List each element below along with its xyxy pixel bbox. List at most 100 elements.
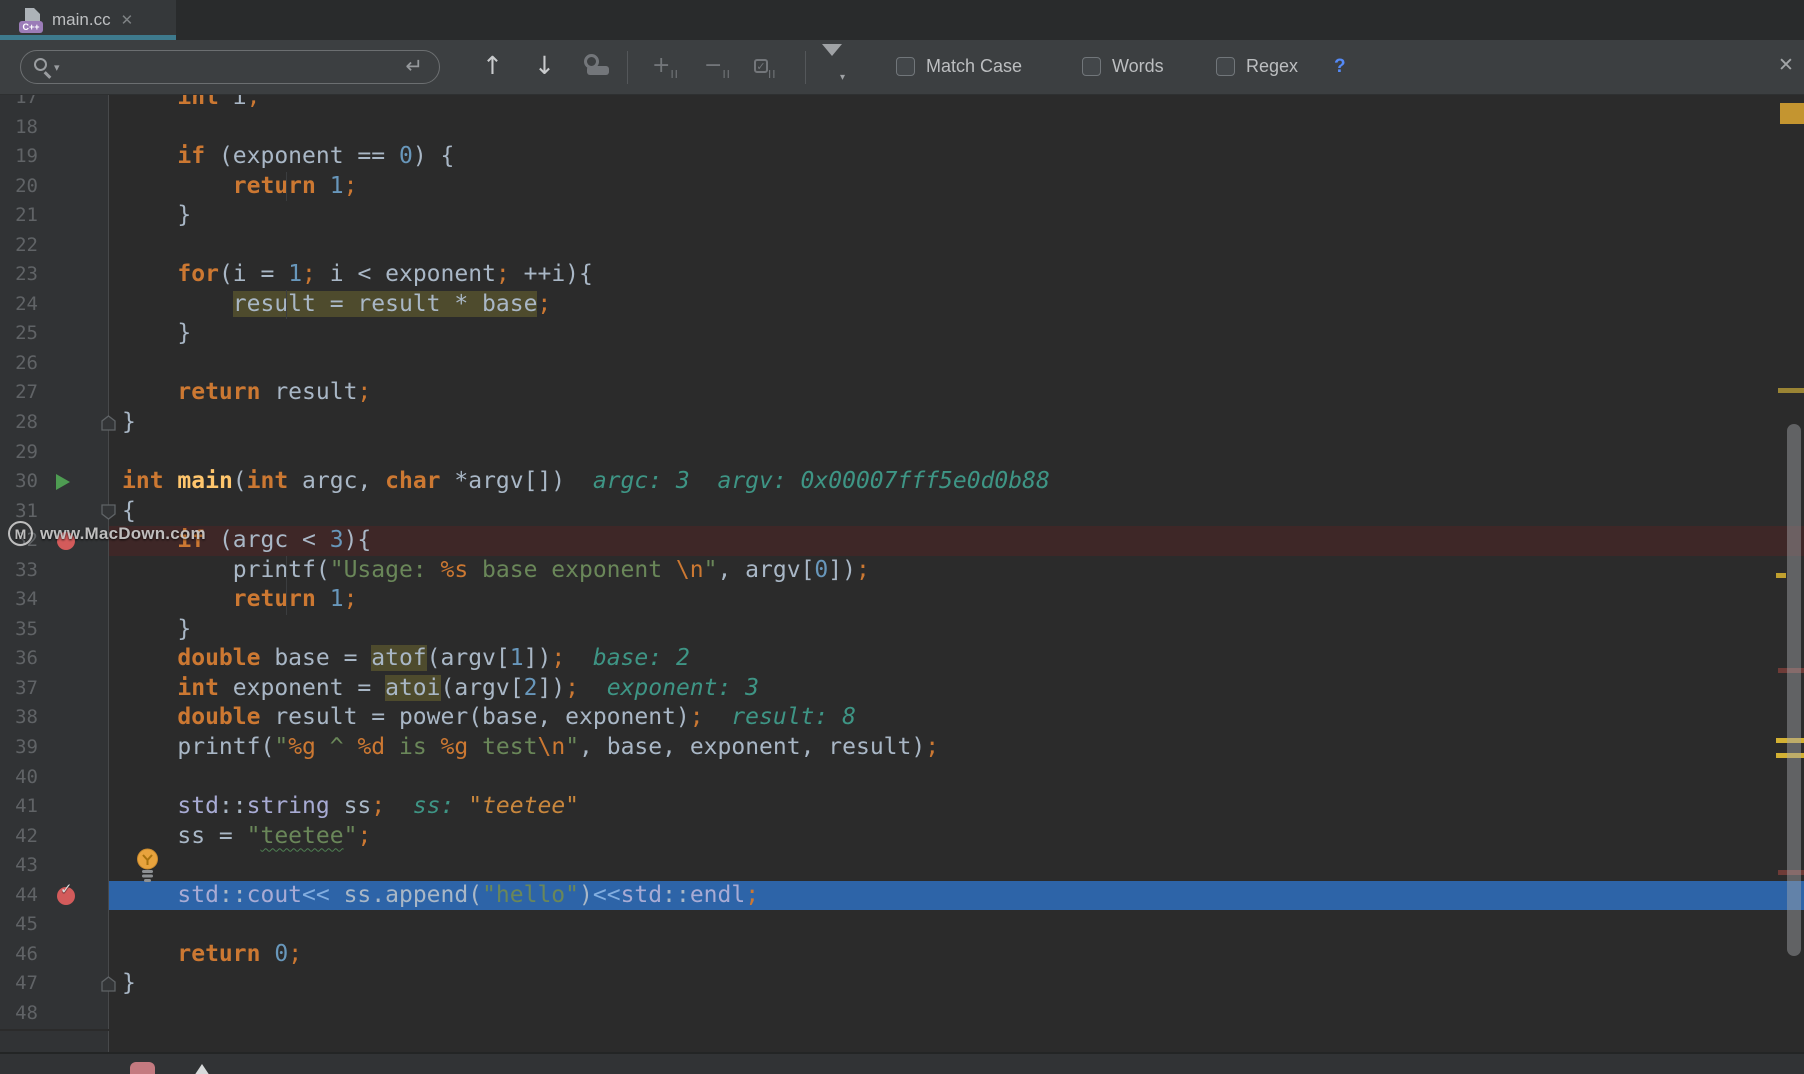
code-text[interactable]: return result; [109, 378, 1804, 408]
gutter[interactable]: 27 [0, 378, 109, 408]
gutter[interactable]: 24 [0, 290, 109, 320]
gutter[interactable]: 20 [0, 172, 109, 202]
code-line-32[interactable]: 32 if (argc < 3){ [0, 526, 1804, 556]
gutter[interactable]: 19 [0, 142, 109, 172]
code-line-20[interactable]: 20 return 1; [0, 172, 1804, 202]
code-line-33[interactable]: 33 printf("Usage: %s base exponent \n", … [0, 556, 1804, 586]
gutter[interactable]: 28 [0, 408, 109, 438]
breakpoint-checked-icon[interactable] [57, 887, 75, 905]
code-editor[interactable]: 17 int i;1819 if (exponent == 0) {20 ret… [0, 83, 1804, 1029]
gutter[interactable]: 46 [0, 940, 109, 970]
panel-arrow-icon[interactable] [194, 1064, 210, 1074]
select-all-occurrences-button[interactable]: ✓II [754, 53, 777, 81]
code-text[interactable]: std::cout<< ss.append("hello")<<std::end… [109, 881, 1804, 911]
code-line-36[interactable]: 36 double base = atof(argv[1]); base: 2 [0, 644, 1804, 674]
match-case-checkbox[interactable] [896, 57, 915, 76]
code-line-46[interactable]: 46 return 0; [0, 940, 1804, 970]
search-field[interactable]: ▾ ↵ [20, 50, 440, 84]
debugger-panel-icon[interactable] [130, 1062, 155, 1074]
code-line-48[interactable]: 48 [0, 999, 1804, 1029]
tab-main-cc[interactable]: C++ main.cc ✕ [0, 0, 176, 40]
code-line-24[interactable]: 24 result = result * base; [0, 290, 1804, 320]
gutter[interactable]: 36 [0, 644, 109, 674]
code-text[interactable]: printf("%g ^ %d is %g test\n", base, exp… [109, 733, 1804, 763]
code-text[interactable] [109, 851, 1804, 881]
code-line-47[interactable]: 47} [0, 969, 1804, 999]
code-text[interactable]: for(i = 1; i < exponent; ++i){ [109, 260, 1804, 290]
code-line-31[interactable]: 31{ [0, 497, 1804, 527]
search-input[interactable] [71, 53, 401, 81]
code-text[interactable] [109, 763, 1804, 793]
gutter[interactable]: 40 [0, 763, 109, 793]
gutter[interactable]: 34 [0, 585, 109, 615]
gutter[interactable]: 21 [0, 201, 109, 231]
code-text[interactable]: } [109, 615, 1804, 645]
gutter[interactable]: 42 [0, 822, 109, 852]
gutter[interactable]: 33 [0, 556, 109, 586]
code-text[interactable]: { [109, 497, 1804, 527]
code-text[interactable]: } [109, 201, 1804, 231]
code-text[interactable] [109, 231, 1804, 261]
code-line-27[interactable]: 27 return result; [0, 378, 1804, 408]
code-text[interactable] [109, 999, 1804, 1029]
regex-checkbox[interactable] [1216, 57, 1235, 76]
regex-help-link[interactable]: ? [1334, 56, 1346, 78]
code-line-44[interactable]: 44 std::cout<< ss.append("hello")<<std::… [0, 881, 1804, 911]
code-line-38[interactable]: 38 double result = power(base, exponent)… [0, 703, 1804, 733]
code-text[interactable]: if (argc < 3){ [109, 526, 1804, 556]
close-search-bar-icon[interactable]: ✕ [1778, 54, 1794, 76]
code-text[interactable]: double result = power(base, exponent); r… [109, 703, 1804, 733]
code-line-35[interactable]: 35 } [0, 615, 1804, 645]
gutter[interactable]: 23 [0, 260, 109, 290]
code-line-39[interactable]: 39 printf("%g ^ %d is %g test\n", base, … [0, 733, 1804, 763]
code-line-29[interactable]: 29 [0, 438, 1804, 468]
code-line-21[interactable]: 21 } [0, 201, 1804, 231]
search-history-caret-icon[interactable]: ▾ [54, 61, 60, 74]
code-text[interactable]: if (exponent == 0) { [109, 142, 1804, 172]
previous-occurrence-button[interactable]: ↑ [482, 51, 503, 80]
add-occurrence-button[interactable]: +II [652, 53, 679, 81]
code-text[interactable]: ss = "teetee"; [109, 822, 1804, 852]
gutter[interactable]: 22 [0, 231, 109, 261]
code-text[interactable]: return 1; [109, 172, 1804, 202]
run-button[interactable] [56, 474, 70, 490]
code-text[interactable]: } [109, 408, 1804, 438]
code-text[interactable]: std::string ss; ss: "teetee" [109, 792, 1804, 822]
code-text[interactable]: double base = atof(argv[1]); base: 2 [109, 644, 1804, 674]
code-text[interactable] [109, 113, 1804, 143]
code-line-26[interactable]: 26 [0, 349, 1804, 379]
code-text[interactable] [109, 910, 1804, 940]
code-text[interactable]: int exponent = atoi(argv[2]); exponent: … [109, 674, 1804, 704]
code-text[interactable] [109, 349, 1804, 379]
regex-option[interactable]: Regex [1216, 56, 1298, 77]
error-stripe-mark[interactable] [1780, 103, 1804, 124]
gutter[interactable]: 30 [0, 467, 109, 497]
intention-bulb-icon[interactable] [136, 848, 159, 887]
code-line-41[interactable]: 41 std::string ss; ss: "teetee" [0, 792, 1804, 822]
gutter[interactable]: 18 [0, 113, 109, 143]
gutter[interactable]: 35 [0, 615, 109, 645]
code-text[interactable] [109, 438, 1804, 468]
find-in-selection-icon[interactable] [584, 54, 609, 75]
code-text[interactable]: return 1; [109, 585, 1804, 615]
gutter[interactable]: 45 [0, 910, 109, 940]
words-checkbox[interactable] [1082, 57, 1101, 76]
code-line-22[interactable]: 22 [0, 231, 1804, 261]
error-stripe-mark[interactable] [1778, 388, 1804, 393]
code-line-43[interactable]: 43 [0, 851, 1804, 881]
remove-occurrence-button[interactable]: −II [704, 53, 731, 81]
code-line-19[interactable]: 19 if (exponent == 0) { [0, 142, 1804, 172]
code-line-37[interactable]: 37 int exponent = atoi(argv[2]); exponen… [0, 674, 1804, 704]
gutter[interactable]: 39 [0, 733, 109, 763]
gutter[interactable]: 26 [0, 349, 109, 379]
gutter[interactable]: 44 [0, 881, 109, 911]
code-text[interactable]: int main(int argc, char *argv[]) argc: 3… [109, 467, 1804, 497]
gutter[interactable]: 37 [0, 674, 109, 704]
scrollbar-thumb[interactable] [1787, 424, 1801, 956]
code-text[interactable]: result = result * base; [109, 290, 1804, 320]
code-text[interactable]: } [109, 969, 1804, 999]
filter-search-results-button[interactable]: ▾ [822, 56, 842, 75]
code-line-42[interactable]: 42 ss = "teetee"; [0, 822, 1804, 852]
words-option[interactable]: Words [1082, 56, 1164, 77]
code-line-25[interactable]: 25 } [0, 319, 1804, 349]
